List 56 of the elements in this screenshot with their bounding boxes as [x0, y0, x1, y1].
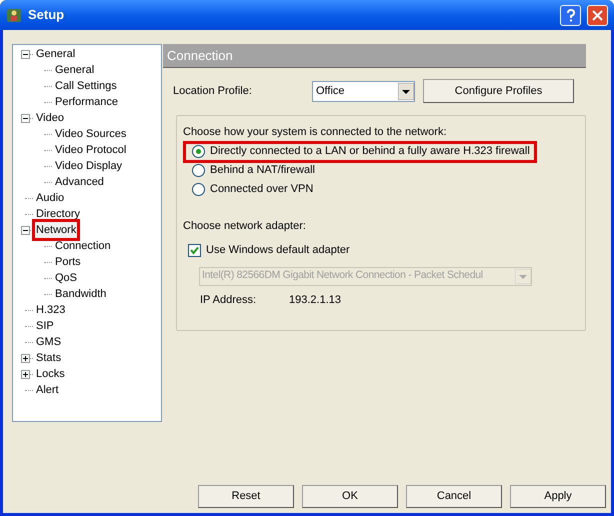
panel-header: Connection [163, 44, 586, 68]
tree-item[interactable]: Connection [54, 238, 112, 254]
radio-button[interactable] [192, 145, 205, 158]
field-label: Location Profile: [173, 84, 253, 99]
tree-item[interactable]: Video Protocol [54, 142, 128, 158]
tree-item[interactable]: Ports [54, 254, 82, 270]
tree-item[interactable]: General [35, 46, 76, 62]
tree-item[interactable]: Call Settings [54, 78, 118, 94]
tree-item[interactable]: Video [35, 110, 65, 126]
dropdown-arrow-icon [398, 82, 414, 100]
tree-item[interactable]: General [54, 62, 96, 78]
collapse-icon[interactable] [21, 50, 30, 58]
collapse-icon[interactable] [21, 226, 30, 234]
help-button[interactable] [560, 4, 581, 26]
radio-button[interactable] [192, 164, 205, 177]
tree-item[interactable]: GMS [35, 334, 62, 350]
close-icon [592, 10, 603, 20]
checkbox-label: Use Windows default adapter [206, 243, 350, 258]
tree-item[interactable]: Advanced [54, 174, 105, 190]
help-icon [566, 8, 576, 22]
checkbox[interactable] [188, 244, 201, 257]
window-title: Setup [28, 6, 66, 24]
radio-label: Connected over VPN [210, 182, 314, 198]
tree-item[interactable]: SIP [35, 318, 55, 334]
tree-item[interactable]: Performance [54, 94, 119, 110]
dialog-button[interactable]: Apply [510, 485, 606, 508]
expand-icon[interactable] [21, 354, 30, 362]
tree-item[interactable]: Network [35, 222, 78, 238]
group-label: Choose network adapter: [183, 218, 307, 234]
dialog-button[interactable]: Reset [198, 485, 294, 508]
radio-button[interactable] [192, 183, 205, 196]
checkmark-icon [190, 246, 199, 255]
dropdown-arrow-icon [515, 268, 531, 284]
tree-item[interactable]: Stats [35, 350, 62, 366]
radio-label: Behind a NAT/firewall [210, 163, 315, 178]
tree-item[interactable]: Alert [35, 382, 60, 398]
tree-item[interactable]: Audio [35, 190, 66, 206]
expand-icon[interactable] [21, 370, 30, 378]
dialog-button[interactable]: OK [302, 485, 398, 508]
tree-item[interactable]: Video Sources [54, 126, 128, 142]
tree-item[interactable]: Directory [35, 206, 82, 222]
radio-label: Directly connected to a LAN or behind a fully aware H.323 firewall [210, 144, 530, 160]
ip-address-value: 193.2.1.13 [289, 292, 341, 308]
collapse-icon[interactable] [21, 114, 30, 122]
configure-profiles-button[interactable]: Configure Profiles [423, 79, 574, 103]
tree-item[interactable]: Locks [35, 366, 66, 382]
tree-item[interactable]: Bandwidth [54, 286, 108, 302]
field-label: IP Address: [200, 292, 258, 308]
tree-item[interactable]: H.323 [35, 302, 66, 318]
tree-item[interactable]: QoS [54, 270, 78, 286]
tree-item[interactable]: Video Display [54, 158, 124, 174]
group-label: Choose how your system is connected to the network: [183, 125, 448, 140]
dialog-button[interactable]: Cancel [406, 485, 502, 508]
close-button[interactable] [587, 4, 608, 26]
app-icon [6, 7, 22, 23]
profile-dropdown[interactable]: Office [312, 80, 415, 102]
